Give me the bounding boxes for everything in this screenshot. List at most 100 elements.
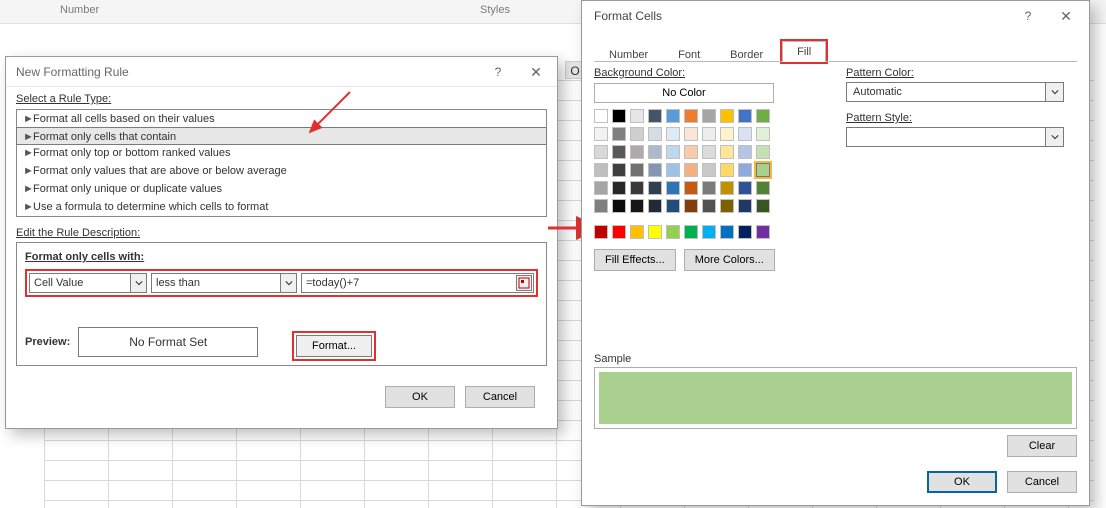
color-swatch[interactable] — [630, 181, 644, 195]
rule-type-item[interactable]: ►Format only values that are above or be… — [17, 162, 546, 180]
color-swatch[interactable] — [648, 127, 662, 141]
color-swatch[interactable] — [756, 127, 770, 141]
ok-button[interactable]: OK — [927, 471, 997, 493]
color-swatch[interactable] — [612, 145, 626, 159]
color-swatch[interactable] — [594, 225, 608, 239]
cancel-button[interactable]: Cancel — [465, 386, 535, 408]
more-colors-button[interactable]: More Colors... — [684, 249, 775, 271]
range-selector-icon[interactable] — [516, 275, 532, 291]
close-button[interactable]: ✕ — [1051, 1, 1081, 31]
color-swatch[interactable] — [738, 163, 752, 177]
color-swatch[interactable] — [702, 225, 716, 239]
color-swatch[interactable] — [594, 127, 608, 141]
color-swatch[interactable] — [594, 199, 608, 213]
color-swatch[interactable] — [756, 199, 770, 213]
color-swatch[interactable] — [666, 199, 680, 213]
color-swatch[interactable] — [720, 109, 734, 123]
color-swatch[interactable] — [756, 181, 770, 195]
rule-type-list[interactable]: ►Format all cells based on their values►… — [16, 109, 547, 217]
criteria-type-select[interactable]: Cell Value — [29, 273, 147, 293]
color-swatch[interactable] — [630, 109, 644, 123]
fill-effects-button[interactable]: Fill Effects... — [594, 249, 676, 271]
color-swatch[interactable] — [720, 145, 734, 159]
operator-select[interactable]: less than — [151, 273, 297, 293]
rule-type-item[interactable]: ►Format only top or bottom ranked values — [17, 144, 546, 162]
color-swatch[interactable] — [648, 181, 662, 195]
color-swatch[interactable] — [702, 109, 716, 123]
color-swatch[interactable] — [738, 145, 752, 159]
background-color-label: Background Color: — [594, 67, 834, 79]
color-swatch[interactable] — [612, 109, 626, 123]
sample-swatch — [599, 372, 1072, 424]
color-swatch[interactable] — [684, 109, 698, 123]
pattern-color-select[interactable]: Automatic — [846, 82, 1064, 102]
pattern-style-select[interactable] — [846, 127, 1064, 147]
color-swatch[interactable] — [612, 181, 626, 195]
color-swatch[interactable] — [630, 163, 644, 177]
color-swatch[interactable] — [738, 127, 752, 141]
color-swatch[interactable] — [684, 127, 698, 141]
color-swatch[interactable] — [648, 163, 662, 177]
color-swatch[interactable] — [666, 127, 680, 141]
color-swatch[interactable] — [594, 109, 608, 123]
color-swatch[interactable] — [684, 225, 698, 239]
help-button[interactable]: ? — [1013, 1, 1043, 31]
rule-type-item[interactable]: ►Use a formula to determine which cells … — [17, 198, 546, 216]
color-swatch[interactable] — [720, 181, 734, 195]
sample-box — [594, 367, 1077, 429]
rule-type-item[interactable]: ►Format only cells that contain — [16, 127, 547, 145]
clear-button[interactable]: Clear — [1007, 435, 1077, 457]
color-swatch[interactable] — [738, 181, 752, 195]
color-swatch[interactable] — [612, 127, 626, 141]
color-swatch[interactable] — [756, 109, 770, 123]
format-button[interactable]: Format... — [296, 335, 372, 357]
close-button[interactable]: ✕ — [521, 57, 551, 87]
color-swatch[interactable] — [702, 199, 716, 213]
tab-fill[interactable]: Fill — [782, 41, 826, 62]
color-swatch[interactable] — [756, 145, 770, 159]
ok-button[interactable]: OK — [385, 386, 455, 408]
color-swatch[interactable] — [666, 109, 680, 123]
color-swatch[interactable] — [594, 145, 608, 159]
color-swatch[interactable] — [666, 181, 680, 195]
color-swatch[interactable] — [684, 181, 698, 195]
color-swatch[interactable] — [738, 109, 752, 123]
color-swatch[interactable] — [720, 163, 734, 177]
color-swatch[interactable] — [684, 163, 698, 177]
color-swatch[interactable] — [612, 199, 626, 213]
color-swatch[interactable] — [720, 199, 734, 213]
color-swatch[interactable] — [630, 127, 644, 141]
no-color-button[interactable]: No Color — [594, 83, 774, 103]
color-swatch[interactable] — [756, 163, 770, 177]
color-swatch[interactable] — [684, 199, 698, 213]
color-swatch[interactable] — [666, 163, 680, 177]
color-swatch[interactable] — [738, 225, 752, 239]
color-swatch[interactable] — [648, 145, 662, 159]
color-swatch[interactable] — [630, 145, 644, 159]
color-swatch[interactable] — [648, 109, 662, 123]
color-swatch[interactable] — [702, 145, 716, 159]
color-swatch[interactable] — [648, 199, 662, 213]
color-swatch[interactable] — [702, 181, 716, 195]
color-swatch[interactable] — [594, 163, 608, 177]
color-swatch[interactable] — [738, 199, 752, 213]
color-swatch[interactable] — [756, 225, 770, 239]
color-swatch[interactable] — [612, 225, 626, 239]
color-swatch[interactable] — [630, 225, 644, 239]
help-button[interactable]: ? — [483, 57, 513, 87]
color-swatch[interactable] — [720, 225, 734, 239]
color-swatch[interactable] — [666, 225, 680, 239]
color-swatch[interactable] — [594, 181, 608, 195]
formula-input[interactable]: =today()+7 — [301, 273, 534, 293]
color-swatch[interactable] — [720, 127, 734, 141]
color-swatch[interactable] — [648, 225, 662, 239]
rule-type-item[interactable]: ►Format only unique or duplicate values — [17, 180, 546, 198]
color-swatch[interactable] — [684, 145, 698, 159]
color-swatch[interactable] — [702, 127, 716, 141]
color-swatch[interactable] — [702, 163, 716, 177]
rule-type-item[interactable]: ►Format all cells based on their values — [17, 110, 546, 128]
cancel-button[interactable]: Cancel — [1007, 471, 1077, 493]
color-swatch[interactable] — [612, 163, 626, 177]
color-swatch[interactable] — [630, 199, 644, 213]
color-swatch[interactable] — [666, 145, 680, 159]
